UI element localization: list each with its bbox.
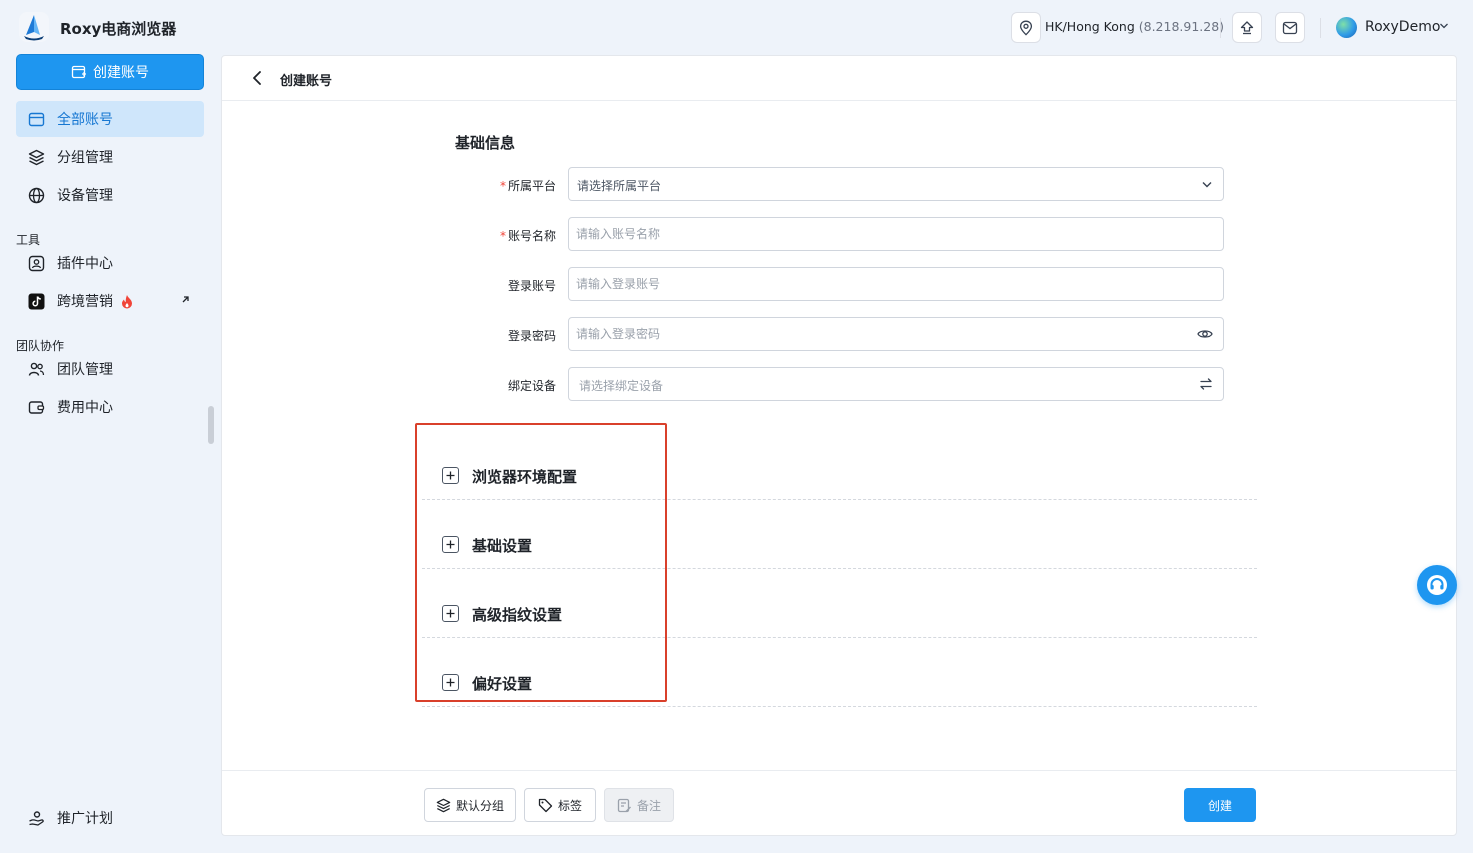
globe-icon [28, 187, 45, 203]
page-footer: 默认分组 标签 备注 创建 [222, 770, 1456, 836]
sidebar-item-label: 跨境营销 [57, 294, 113, 310]
mail-button[interactable] [1275, 12, 1305, 43]
collapse-label: 浏览器环境配置 [472, 468, 578, 486]
sidebar-item-label: 推广计划 [57, 811, 113, 827]
login-account-label: 登录账号 [507, 279, 556, 293]
page-title: 创建账号 [280, 74, 333, 89]
sidebar-item-marketing[interactable]: 跨境营销 [16, 283, 204, 319]
collapse-preferences[interactable]: 偏好设置 [422, 638, 1257, 707]
location-text: HK/Hong Kong (8.218.91.28) [1045, 19, 1224, 34]
account-name-field[interactable] [568, 217, 1224, 251]
plus-icon [442, 467, 459, 484]
create-button[interactable]: 创建 [1184, 788, 1256, 822]
divider [1220, 18, 1221, 38]
plugin-icon [28, 255, 45, 271]
sidebar-item-label: 设备管理 [57, 188, 113, 204]
sidebar-item-label: 全部账号 [57, 112, 113, 128]
default-group-button[interactable]: 默认分组 [424, 788, 516, 822]
chevron-down-icon[interactable] [1439, 22, 1449, 30]
account-name-label-text: 账号名称 [507, 229, 556, 243]
app-logo [18, 11, 50, 43]
location-name: HK/Hong Kong [1045, 19, 1135, 34]
account-name-input[interactable] [569, 218, 1158, 250]
plus-icon [442, 536, 459, 553]
main-panel: 创建账号 基础信息 *所属平台 请选择所属平台 *账号名称 登录账号 登录密码 … [221, 55, 1457, 836]
upload-icon [1240, 20, 1254, 34]
handshake-icon [29, 810, 44, 826]
note-icon [617, 798, 631, 812]
plus-icon [442, 674, 459, 691]
fire-icon [122, 294, 132, 308]
device-label: 绑定设备 [507, 379, 556, 393]
user-name[interactable]: RoxyDemo [1365, 19, 1440, 35]
location-ip: (8.218.91.28) [1138, 19, 1225, 34]
sidebar-item-team[interactable]: 团队管理 [16, 351, 204, 387]
add-window-icon [71, 65, 86, 79]
platform-label-text: 所属平台 [507, 179, 556, 193]
location-button[interactable] [1011, 12, 1041, 43]
back-arrow-icon[interactable] [250, 70, 264, 86]
customer-support-button[interactable] [1417, 565, 1457, 605]
plus-icon [442, 605, 459, 622]
sidebar-item-label: 分组管理 [57, 150, 113, 166]
tag-label: 标签 [557, 798, 582, 813]
avatar[interactable] [1336, 17, 1357, 38]
sidebar-scrollbar[interactable] [208, 406, 214, 444]
chevron-down-icon [1202, 182, 1212, 188]
sidebar-item-all-accounts[interactable]: 全部账号 [16, 101, 204, 137]
platform-select-value: 请选择所属平台 [577, 179, 662, 193]
platform-select[interactable]: 请选择所属平台 [568, 167, 1224, 201]
tiktok-icon [28, 293, 45, 309]
users-icon [28, 362, 45, 376]
sidebar-item-billing[interactable]: 费用中心 [16, 389, 204, 425]
layers-icon [436, 798, 451, 812]
default-group-label: 默认分组 [455, 798, 504, 813]
login-password-field[interactable] [568, 317, 1224, 351]
page-header: 创建账号 [222, 56, 1456, 101]
wallet-icon [28, 400, 45, 414]
login-password-input[interactable] [569, 318, 1158, 350]
sidebar-item-groups[interactable]: 分组管理 [16, 139, 204, 175]
device-select-value: 请选择绑定设备 [579, 379, 664, 393]
login-account-input[interactable] [569, 268, 1158, 300]
location-pin-icon [1019, 20, 1033, 35]
swap-icon[interactable] [1199, 377, 1213, 391]
upload-button[interactable] [1232, 12, 1262, 43]
collapse-fingerprint[interactable]: 高级指纹设置 [422, 569, 1257, 638]
device-select[interactable]: 请选择绑定设备 [568, 367, 1224, 401]
eye-icon[interactable] [1197, 327, 1213, 341]
tag-button[interactable]: 标签 [524, 788, 596, 822]
collapse-basic-settings[interactable]: 基础设置 [422, 500, 1257, 569]
collapse-label: 基础设置 [472, 537, 533, 555]
sidebar-item-referral[interactable]: 推广计划 [16, 800, 204, 836]
remark-label: 备注 [636, 798, 661, 813]
sidebar-item-label: 团队管理 [57, 362, 113, 378]
headset-icon [1427, 575, 1447, 595]
external-link-icon [182, 296, 189, 303]
required-mark: * [499, 229, 506, 243]
sidebar-item-devices[interactable]: 设备管理 [16, 177, 204, 213]
remark-button[interactable]: 备注 [604, 788, 674, 822]
tag-icon [538, 798, 553, 812]
sidebar-item-label: 费用中心 [57, 400, 113, 416]
layers-icon [28, 149, 45, 165]
login-password-label: 登录密码 [507, 329, 556, 343]
collapse-label: 偏好设置 [472, 675, 533, 693]
mail-icon [1282, 21, 1298, 34]
sidebar-item-label: 插件中心 [57, 256, 113, 272]
login-account-field[interactable] [568, 267, 1224, 301]
sidebar-item-plugins[interactable]: 插件中心 [16, 245, 204, 281]
collapse-browser-env[interactable]: 浏览器环境配置 [422, 431, 1257, 500]
collapse-label: 高级指纹设置 [472, 606, 563, 624]
section-title-basic-info: 基础信息 [455, 134, 516, 152]
required-mark: * [499, 179, 506, 193]
create-account-label: 创建账号 [93, 65, 149, 81]
platform-label: * 所属平台 [436, 177, 556, 194]
account-name-label: * 账号名称 [436, 227, 556, 244]
app-title: Roxy电商浏览器 [60, 20, 177, 38]
divider [1320, 18, 1321, 38]
create-account-button[interactable]: 创建账号 [16, 54, 204, 90]
browser-window-icon [28, 112, 45, 126]
